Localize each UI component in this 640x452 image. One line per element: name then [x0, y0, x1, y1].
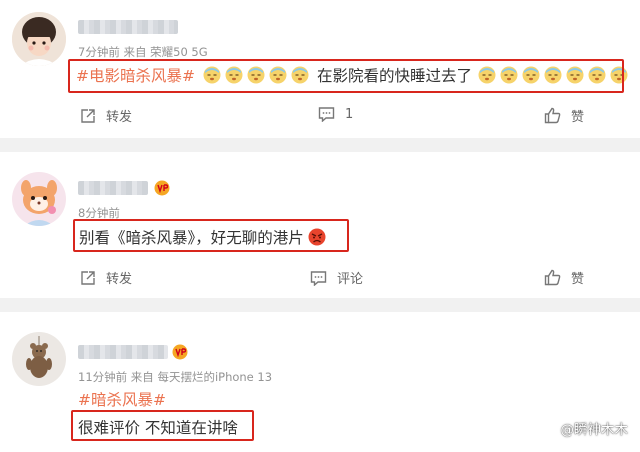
username-redacted[interactable] [78, 345, 168, 359]
watermark-text: @瞬神木木 [560, 422, 629, 438]
topic-link[interactable]: #暗杀风暴# [78, 388, 166, 410]
like-label: 赞 [571, 272, 585, 287]
post-card: 8分钟前 别看《暗杀风暴》，好无聊的港片 转发 评论 赞 [0, 152, 640, 298]
avatar[interactable] [12, 332, 66, 386]
highlight-box [71, 410, 254, 441]
username-redacted[interactable] [78, 20, 178, 34]
thumbs-up-icon [544, 269, 561, 286]
share-arrow-icon [81, 270, 95, 285]
vip-badge-icon [172, 344, 188, 360]
like-label: 赞 [571, 110, 585, 125]
like-button[interactable]: 赞 [544, 106, 584, 125]
comment-button[interactable]: 1 [318, 106, 353, 122]
repost-label: 转发 [106, 110, 133, 125]
post-meta: 11分钟前 来自 每天摆烂的iPhone 13 [78, 370, 273, 384]
vip-badge-icon [154, 180, 170, 196]
repost-button[interactable]: 转发 [80, 106, 132, 125]
highlight-box [68, 59, 624, 93]
avatar[interactable] [12, 172, 66, 226]
comment-label: 评论 [337, 272, 364, 287]
comment-button[interactable]: 评论 [310, 268, 363, 287]
share-arrow-icon [81, 108, 95, 123]
highlight-box [73, 219, 349, 252]
platform-logo-icon [541, 421, 558, 435]
like-button[interactable]: 赞 [544, 268, 584, 287]
username-redacted[interactable] [78, 181, 148, 195]
post-meta: 7分钟前 来自 荣耀50 5G [78, 45, 208, 59]
comment-bubble-icon [310, 270, 327, 286]
comment-count: 1 [345, 106, 354, 122]
thumbs-up-icon [544, 107, 561, 124]
comment-bubble-icon [318, 107, 335, 122]
repost-label: 转发 [106, 272, 133, 287]
post-body: #暗杀风暴# [78, 388, 166, 410]
post-card: 11分钟前 来自 每天摆烂的iPhone 13 #暗杀风暴# 很难评价 不知道在… [0, 312, 640, 452]
repost-button[interactable]: 转发 [80, 268, 132, 287]
avatar[interactable] [12, 12, 66, 66]
post-card: 7分钟前 来自 荣耀50 5G #电影暗杀风暴# 在影院看的快睡过去了 转发 1 [0, 0, 640, 138]
watermark: @瞬神木木 [541, 418, 629, 438]
